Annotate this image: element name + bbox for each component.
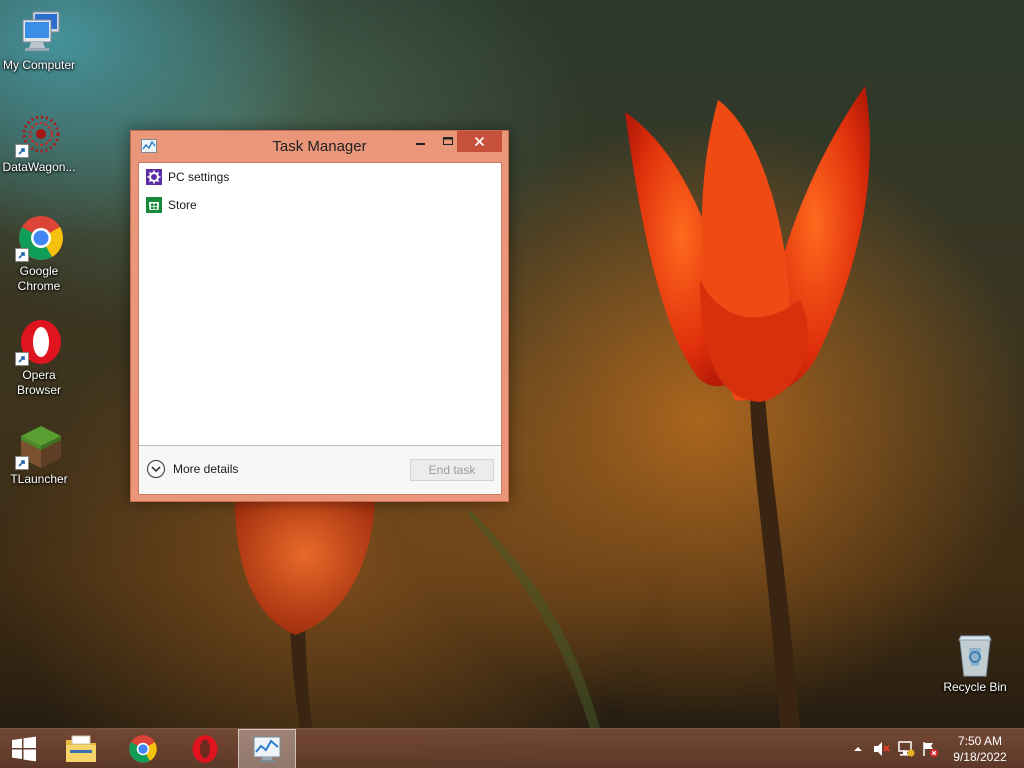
chevron-down-icon <box>147 460 165 478</box>
shortcut-arrow-icon <box>15 456 29 470</box>
chrome-icon <box>129 735 157 763</box>
more-details-label: More details <box>173 462 239 476</box>
desktop-icon-opera-browser[interactable]: Opera Browser <box>0 318 78 398</box>
minimize-button[interactable] <box>407 131 434 152</box>
clock-date: 9/18/2022 <box>953 750 1007 764</box>
more-details-button[interactable]: More details <box>147 460 238 478</box>
shortcut-arrow-icon <box>15 144 29 158</box>
desktop-icon-label: DataWagon... <box>2 160 76 174</box>
desktop-icon-label: Recycle Bin <box>943 680 1007 694</box>
network-icon <box>898 741 915 757</box>
close-icon <box>474 136 485 147</box>
show-hidden-icons-button[interactable] <box>850 729 866 768</box>
datawagon-icon <box>15 110 63 158</box>
app-name: Store <box>168 198 197 212</box>
desktop-icon-my-computer[interactable]: My Computer <box>0 8 78 73</box>
shortcut-arrow-icon <box>15 248 29 262</box>
network-button[interactable] <box>896 729 916 768</box>
opera-icon <box>15 318 63 366</box>
minimize-icon <box>416 143 425 145</box>
close-button[interactable] <box>457 131 502 152</box>
recycle-bin-icon <box>951 630 999 678</box>
app-row-pc-settings[interactable]: PC settings <box>139 163 501 191</box>
app-list: PC settings Store <box>139 163 501 446</box>
shortcut-arrow-icon <box>15 352 29 366</box>
chevron-up-icon <box>854 747 862 751</box>
taskbar-task-manager[interactable] <box>238 729 296 768</box>
taskbar-file-explorer[interactable] <box>52 729 110 768</box>
action-center-button[interactable] <box>920 729 940 768</box>
store-icon <box>146 197 162 213</box>
task-manager-window: Task Manager PC settings Store More deta… <box>130 130 509 502</box>
title-bar[interactable]: Task Manager <box>131 131 508 161</box>
system-clock[interactable]: 7:50 AM 9/18/2022 <box>944 733 1016 765</box>
volume-button[interactable] <box>872 729 892 768</box>
volume-muted-icon <box>874 742 890 756</box>
desktop-icon-recycle-bin[interactable]: Recycle Bin <box>936 630 1014 695</box>
computer-icon <box>15 8 63 56</box>
task-manager-content: PC settings Store More details End task <box>138 162 502 495</box>
desktop-icon-google-chrome[interactable]: Google Chrome <box>0 214 78 294</box>
opera-icon <box>192 735 218 763</box>
app-row-store[interactable]: Store <box>139 191 501 219</box>
clock-time: 7:50 AM <box>957 734 1003 748</box>
desktop-icon-label: TLauncher <box>10 472 68 486</box>
task-manager-icon <box>253 736 281 762</box>
desktop-icon-label: Opera Browser <box>16 368 61 397</box>
desktop-icon-label: My Computer <box>2 58 76 72</box>
desktop-icon-datawagon[interactable]: DataWagon... <box>0 110 78 175</box>
chrome-icon <box>15 214 63 262</box>
task-manager-footer: More details End task <box>139 445 501 494</box>
action-center-flag-icon <box>923 742 938 757</box>
taskbar-google-chrome[interactable] <box>114 729 172 768</box>
desktop-icon-label: Google Chrome <box>17 264 61 293</box>
tlauncher-icon <box>15 422 63 470</box>
end-task-button[interactable]: End task <box>410 459 494 481</box>
start-button[interactable] <box>0 729 48 768</box>
desktop-icon-tlauncher[interactable]: TLauncher <box>0 422 78 487</box>
folder-icon <box>66 735 96 762</box>
app-name: PC settings <box>168 170 230 184</box>
taskbar-opera[interactable] <box>176 729 234 768</box>
windows-logo-icon <box>12 736 36 762</box>
taskbar: 7:50 AM 9/18/2022 <box>0 728 1024 768</box>
gear-icon <box>146 169 162 185</box>
